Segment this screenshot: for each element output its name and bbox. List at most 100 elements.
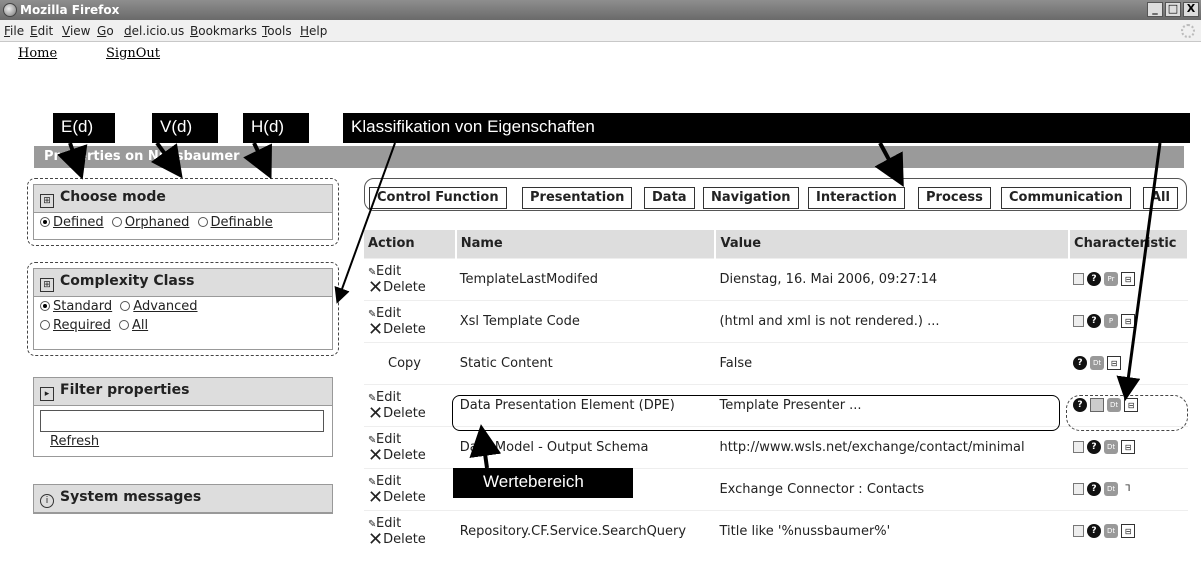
menu-help[interactable]: Help <box>300 24 327 38</box>
menubar: File Edit View Go del.icio.us Bookmarks … <box>0 20 1201 42</box>
tag-icon: P <box>1104 314 1119 328</box>
value-cell: Dienstag, 16. Mai 2006, 09:27:14 <box>715 257 1070 300</box>
label-advanced[interactable]: Advanced <box>133 299 197 314</box>
tab-communication[interactable]: Communication <box>1001 187 1131 209</box>
help-icon[interactable]: ? <box>1073 356 1088 370</box>
lock-icon <box>1073 273 1085 285</box>
tag-icon: Dt <box>1090 356 1105 370</box>
label-standard[interactable]: Standard <box>53 299 112 314</box>
name-cell: Xsl Template Code <box>455 299 716 342</box>
choose-mode-panel: ⊞ Choose mode Defined Orphaned Definable <box>33 184 333 240</box>
delete-link[interactable]: Delete <box>383 406 426 421</box>
throbber-icon <box>1181 24 1195 38</box>
menu-delicious[interactable]: del.icio.us <box>124 24 184 38</box>
minimize-button[interactable]: _ <box>1147 2 1163 17</box>
firefox-icon <box>3 3 17 17</box>
menu-bookmarks[interactable]: Bookmarks <box>190 24 257 38</box>
help-icon[interactable]: ? <box>1087 482 1102 496</box>
filter-header: ▸ Filter properties <box>34 378 332 406</box>
menu-view[interactable]: View <box>62 24 90 38</box>
delete-x-icon: ✕ <box>368 402 384 424</box>
refresh-link[interactable]: Refresh <box>50 434 99 449</box>
label-all[interactable]: All <box>132 318 148 333</box>
radio-orphaned[interactable] <box>111 217 122 227</box>
signout-link[interactable]: SignOut <box>106 46 160 61</box>
delete-link[interactable]: Delete <box>383 280 426 295</box>
table-row: Copy Static Content False ? Dt ⊟ <box>364 341 1188 384</box>
tree-icon: ⊟ <box>1121 314 1136 328</box>
delete-link[interactable]: Delete <box>383 322 426 337</box>
menu-edit[interactable]: Edit <box>30 24 53 38</box>
label-definable[interactable]: Definable <box>211 215 273 230</box>
copy-link[interactable]: Copy <box>388 356 421 371</box>
system-messages-panel: i System messages <box>33 484 333 514</box>
tab-process[interactable]: Process <box>918 187 991 209</box>
action-cell: ✎Edit ✕Delete <box>364 257 456 300</box>
delete-x-icon: ✕ <box>368 276 384 298</box>
radio-defined[interactable] <box>40 217 50 227</box>
label-defined[interactable]: Defined <box>53 215 104 230</box>
menu-go[interactable]: Go <box>97 24 114 38</box>
radio-standard[interactable] <box>40 301 50 311</box>
system-messages-header: i System messages <box>34 485 332 513</box>
characteristic-cell: ? P ⊟ <box>1069 299 1188 342</box>
annotation-wertebereich: Wertebereich <box>453 468 633 498</box>
filter-input[interactable] <box>40 410 324 432</box>
choose-mode-options: Defined Orphaned Definable <box>34 213 332 232</box>
tab-presentation[interactable]: Presentation <box>522 187 633 209</box>
help-icon[interactable]: ? <box>1087 272 1102 286</box>
label-orphaned[interactable]: Orphaned <box>125 215 190 230</box>
tree-icon: ⊟ <box>1121 272 1136 286</box>
characteristic-cell: ? Pr ⊟ <box>1069 257 1188 300</box>
tag-icon: Pr <box>1104 272 1119 286</box>
table-row: ✎Edit ✕Delete Repository.CF.Service.Sear… <box>364 509 1188 552</box>
close-button[interactable]: X <box>1183 2 1199 17</box>
home-link[interactable]: Home <box>18 46 57 61</box>
filter-panel: ▸ Filter properties Refresh <box>33 377 333 457</box>
maximize-button[interactable]: □ <box>1165 2 1181 17</box>
tag-icon: Dt <box>1104 440 1119 454</box>
help-icon[interactable]: ? <box>1087 440 1102 454</box>
lock-icon <box>1073 525 1085 538</box>
tab-all[interactable]: All <box>1143 187 1178 209</box>
dpe-characteristic-highlight <box>1066 395 1188 431</box>
label-required[interactable]: Required <box>53 318 111 333</box>
radio-advanced[interactable] <box>120 301 131 311</box>
table-row: ✎Edit ✕Delete Xsl Template Code (html an… <box>364 299 1188 342</box>
help-icon[interactable]: ? <box>1087 314 1102 328</box>
filter-title: Filter properties <box>60 382 190 398</box>
window-titlebar: Mozilla Firefox _ □ X <box>0 0 1201 20</box>
radio-required[interactable] <box>40 320 50 330</box>
value-cell: http://www.wsls.net/exchange/contact/min… <box>715 425 1070 468</box>
radio-all[interactable] <box>119 320 129 330</box>
tab-control-function[interactable]: Control Function <box>369 187 507 209</box>
tree-icon: ⊟ <box>1107 356 1122 370</box>
characteristic-cell: ? Dt ⊟ <box>1069 425 1188 468</box>
value-cell: Title like '%nussbaumer%' <box>715 509 1070 552</box>
tab-navigation[interactable]: Navigation <box>703 187 799 209</box>
lock-icon <box>1073 315 1085 327</box>
delete-link[interactable]: Delete <box>383 490 426 505</box>
filter-icon: ▸ <box>40 387 54 401</box>
menu-tools[interactable]: Tools <box>262 24 292 38</box>
delete-x-icon: ✕ <box>368 486 384 508</box>
help-icon[interactable]: ? <box>1087 524 1102 539</box>
lock-icon <box>1073 483 1085 495</box>
delete-x-icon: ✕ <box>368 528 384 550</box>
delete-x-icon: ✕ <box>368 444 384 466</box>
delete-link[interactable]: Delete <box>383 532 426 547</box>
radio-definable[interactable] <box>197 217 208 227</box>
complexity-options-row2: Required All <box>34 316 332 335</box>
name-cell: Static Content <box>455 341 716 384</box>
tab-data[interactable]: Data <box>644 187 695 209</box>
panel-icon: ⊞ <box>40 194 54 208</box>
delete-link[interactable]: Delete <box>383 448 426 463</box>
name-cell: Repository.CF.Service.SearchQuery <box>455 509 716 552</box>
choose-mode-title: Choose mode <box>60 189 166 205</box>
tab-interaction[interactable]: Interaction <box>808 187 905 209</box>
menu-file[interactable]: File <box>4 24 24 38</box>
action-cell: ✎Edit ✕Delete <box>364 467 456 510</box>
delete-x-icon: ✕ <box>368 318 384 340</box>
window-controls: _ □ X <box>1147 2 1199 17</box>
properties-header: Properties on Nussbaumer <box>34 146 1184 168</box>
